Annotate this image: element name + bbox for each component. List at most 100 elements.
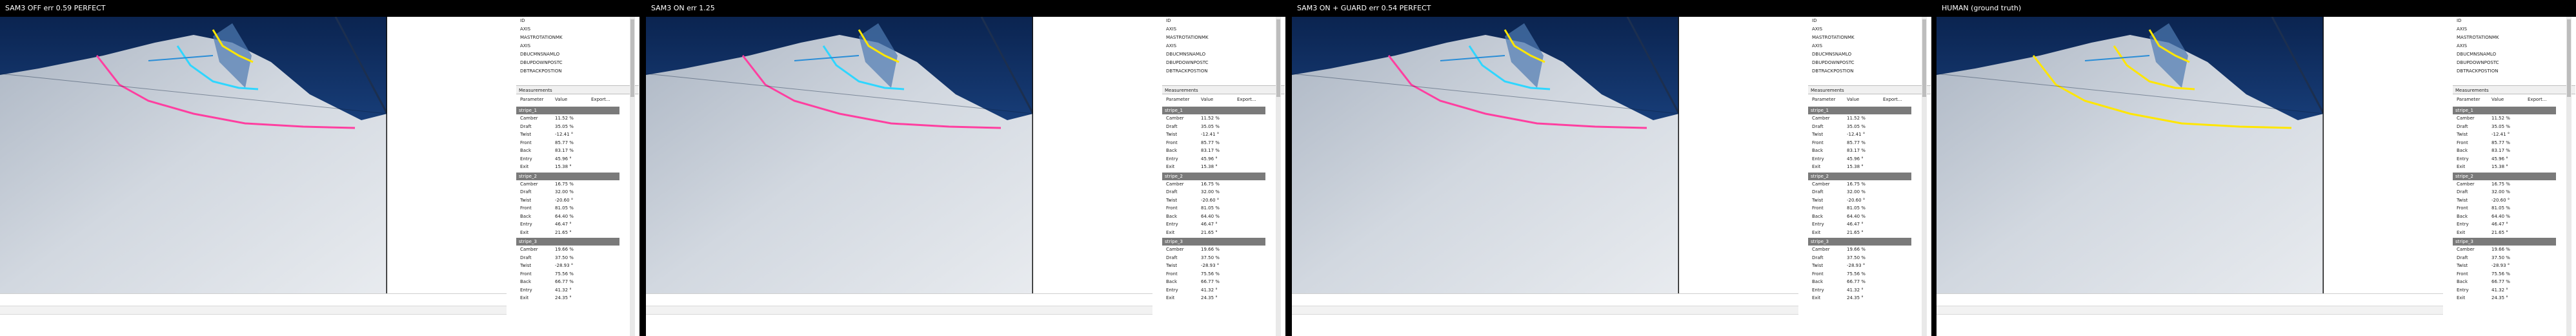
measurement-row: Draft 32.00 % [2453, 188, 2575, 196]
export-button[interactable]: Export... [591, 96, 610, 104]
timeline-strip[interactable] [0, 306, 507, 315]
scrollbar[interactable] [630, 17, 635, 336]
param-value: 24.35 ° [1201, 295, 1218, 300]
layer-item[interactable]: DBUPDOWNPOSTC [516, 59, 639, 67]
measurement-row: Back 64.40 % [516, 213, 639, 221]
layer-item[interactable]: DBUPDOWNPOSTC [2453, 59, 2575, 67]
param-value: 15.38 ° [1847, 164, 1864, 169]
layer-item[interactable]: DBTRACKPOSTION [2453, 67, 2575, 76]
param-value: 41.32 ° [1201, 287, 1218, 293]
scrollbar[interactable] [1276, 17, 1281, 336]
layer-item[interactable]: AXIS [2453, 42, 2575, 50]
timeline-band [1937, 293, 2443, 336]
layer-item[interactable]: ID [2453, 17, 2575, 25]
param-value: 32.00 % [1201, 189, 1220, 194]
stripe-header[interactable]: stripe_1 [1808, 107, 1911, 114]
param-label: Back [1166, 213, 1177, 219]
sail-image [646, 17, 1033, 293]
export-button[interactable]: Export... [1883, 96, 1902, 104]
measurement-row: Twist -28.93 ° [1808, 262, 1931, 270]
timeline-strip[interactable] [1292, 306, 1798, 315]
layer-item[interactable]: MASTROTATIONMK [516, 34, 639, 42]
layer-item[interactable]: ID [516, 17, 639, 25]
layer-item[interactable]: AXIS [1162, 25, 1285, 34]
timeline-strip[interactable] [1937, 306, 2443, 315]
measurement-row: Front 75.56 % [2453, 270, 2575, 278]
param-label: Entry [520, 222, 532, 227]
measurement-sections: stripe_1 Camber 11.52 % Draft 35.05 % Twist -1… [2453, 105, 2575, 302]
layer-item[interactable]: MASTROTATIONMK [2453, 34, 2575, 42]
param-value: -12.41 ° [1847, 132, 1866, 137]
param-value: 35.05 % [1847, 123, 1866, 129]
stripe-header[interactable]: stripe_3 [1808, 238, 1911, 246]
measurement-row: Exit 24.35 ° [1808, 294, 1931, 302]
measurement-row: Front 81.05 % [2453, 204, 2575, 213]
param-label: Back [520, 213, 531, 219]
scrollbar-thumb[interactable] [1276, 19, 1280, 97]
measurement-row: Exit 15.38 ° [1162, 163, 1285, 171]
param-label: Entry [1812, 222, 1824, 227]
layer-item[interactable]: AXIS [516, 25, 639, 34]
layer-item[interactable]: MASTROTATIONMK [1808, 34, 1931, 42]
measurement-row: Exit 21.65 ° [1808, 229, 1931, 237]
measurement-row: Entry 41.32 ° [2453, 286, 2575, 295]
layer-item[interactable]: DBUPDOWNPOSTC [1162, 59, 1285, 67]
layer-item[interactable]: AXIS [1808, 42, 1931, 50]
param-label: Camber [2457, 116, 2475, 121]
stripe-header[interactable]: stripe_1 [1162, 107, 1265, 114]
param-value: 85.77 % [2491, 140, 2510, 145]
stripe-header[interactable]: stripe_1 [2453, 107, 2556, 114]
scrollbar[interactable] [2566, 17, 2571, 336]
stripe-header[interactable]: stripe_3 [1162, 238, 1265, 246]
scrollbar-thumb[interactable] [630, 19, 634, 97]
param-label: Front [2457, 140, 2468, 145]
param-label: Front [1812, 271, 1824, 277]
stripe-header[interactable]: stripe_3 [516, 238, 619, 246]
param-label: Front [1166, 205, 1178, 211]
layer-item[interactable]: AXIS [2453, 25, 2575, 34]
timeline-strip[interactable] [646, 306, 1152, 315]
scrollbar-thumb[interactable] [1922, 19, 1926, 97]
layer-item[interactable]: DBUCMNSNAMLO [1162, 50, 1285, 59]
layer-item[interactable]: MASTROTATIONMK [1162, 34, 1285, 42]
measurement-row: Twist -12.41 ° [1162, 131, 1285, 139]
stripe-header[interactable]: stripe_2 [1162, 172, 1265, 180]
param-label: Entry [520, 156, 532, 162]
scrollbar[interactable] [1922, 17, 1927, 336]
layer-item[interactable]: DBUPDOWNPOSTC [1808, 59, 1931, 67]
stripe-header[interactable]: stripe_1 [516, 107, 619, 114]
param-value: 21.65 ° [1201, 229, 1218, 235]
param-label: Front [2457, 271, 2468, 277]
export-button[interactable]: Export... [2528, 96, 2547, 104]
stripe-header[interactable]: stripe_2 [516, 172, 619, 180]
export-button[interactable]: Export... [1237, 96, 1256, 104]
param-label: Camber [520, 247, 538, 252]
measurement-row: Camber 16.75 % [1162, 180, 1285, 189]
layer-item[interactable]: AXIS [1808, 25, 1931, 34]
layer-item[interactable]: DBUCMNSNAMLO [516, 50, 639, 59]
param-label: Draft [520, 255, 532, 260]
param-value: 45.96 ° [1847, 156, 1864, 162]
scrollbar-thumb[interactable] [2567, 19, 2571, 97]
param-value: 85.77 % [1847, 140, 1866, 145]
stripe-header[interactable]: stripe_2 [2453, 172, 2556, 180]
measurement-row: Twist -12.41 ° [1808, 131, 1931, 139]
param-value: 24.35 ° [1847, 295, 1864, 300]
layer-item[interactable]: DBTRACKPOSTION [1162, 67, 1285, 76]
param-value: 11.52 % [1201, 116, 1220, 121]
layer-item[interactable]: DBTRACKPOSTION [1808, 67, 1931, 76]
param-label: Camber [520, 116, 538, 121]
param-label: Twist [1812, 263, 1824, 268]
layer-item[interactable]: DBUCMNSNAMLO [2453, 50, 2575, 59]
sail-photo [1292, 17, 1679, 293]
layer-item[interactable]: ID [1162, 17, 1285, 25]
param-value: 75.56 % [1847, 271, 1866, 277]
layer-item[interactable]: AXIS [516, 42, 639, 50]
layer-item[interactable]: DBUCMNSNAMLO [1808, 50, 1931, 59]
layer-item[interactable]: DBTRACKPOSTION [516, 67, 639, 76]
layer-item[interactable]: ID [1808, 17, 1931, 25]
col-parameter: Parameter [1812, 97, 1836, 102]
stripe-header[interactable]: stripe_2 [1808, 172, 1911, 180]
stripe-header[interactable]: stripe_3 [2453, 238, 2556, 246]
layer-item[interactable]: AXIS [1162, 42, 1285, 50]
